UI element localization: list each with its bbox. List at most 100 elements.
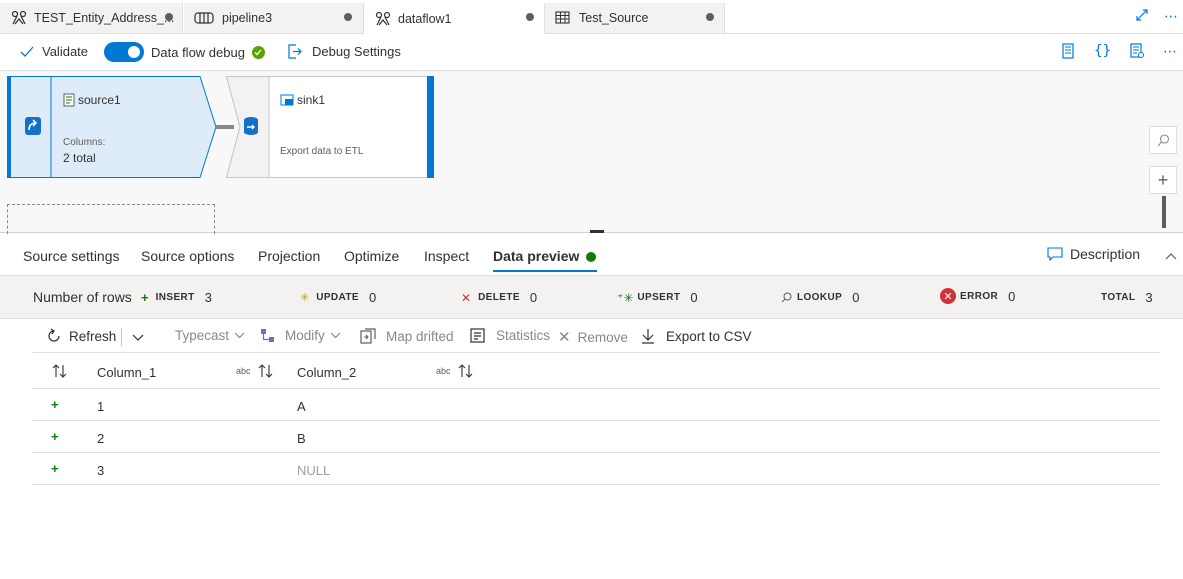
table-row[interactable]: + 3 NULL [32,453,1160,485]
insert-row-icon: + [51,461,59,476]
upsert-label: UPSERT [637,292,681,303]
map-drifted-button[interactable]: Map drifted [360,328,454,344]
zoom-slider[interactable] [1162,196,1166,228]
tab-test-entity-address[interactable]: TEST_Entity_Address_... [0,3,183,33]
pipeline-icon [194,10,216,26]
tab-label: Test_Source [579,11,649,25]
more-options-icon[interactable]: ⋯ [1164,8,1179,25]
more-options-icon[interactable]: ⋯ [1163,43,1177,62]
add-source-placeholder[interactable] [7,204,215,234]
refresh-icon [48,328,60,342]
source1-title: source1 [63,93,121,107]
properties-icon[interactable] [1129,43,1145,62]
map-drifted-label: Map drifted [386,328,454,344]
toggle-switch[interactable] [104,42,144,62]
insert-row-icon: + [51,397,59,412]
table-icon [555,10,573,26]
refresh-label: Refresh [69,328,117,344]
statistics-icon [470,328,485,343]
tab-data-preview[interactable]: Data preview [493,248,598,272]
settings-tabs: Source settings Source options Projectio… [0,234,1183,274]
error-icon: ✕ [940,288,956,304]
tab-inspect[interactable]: Inspect [424,248,469,264]
comment-icon [1047,247,1063,261]
preview-toolbar: Refresh Typecast Modify Map drifted Stat… [32,320,1160,353]
table-cell: 3 [97,463,105,478]
lookup-value: 0 [852,290,860,305]
export-label: Export to CSV [666,328,752,344]
modify-button[interactable]: Modify [260,328,341,343]
code-icon[interactable]: {} [1094,43,1111,62]
error-label: ERROR [960,290,999,302]
table-cell-null: NULL [297,463,331,478]
source1-label: source1 [78,93,121,107]
typecast-label: Typecast [175,328,230,343]
table-header-row: Column_1 abc Column_2 abc [32,355,1160,389]
dataflow-toolbar: Validate Data flow debug Debug Settings … [0,34,1183,71]
canvas-search-button[interactable] [1149,126,1177,154]
total-value: 3 [1145,290,1153,305]
tab-label: pipeline3 [222,11,273,25]
tab-dataflow1[interactable]: dataflow1 [364,3,545,34]
row-count-summary: Number of rows + INSERT 3 ✳ UPDATE 0 ✕ D… [0,275,1183,319]
script-icon[interactable] [1060,43,1076,62]
statistics-button[interactable]: Statistics [470,328,550,343]
collapse-panel-icon[interactable] [1165,248,1177,263]
unsaved-dot-icon [706,13,714,21]
sort-column-1-icon[interactable] [258,364,274,381]
dataflow-icon [10,10,28,26]
tab-projection[interactable]: Projection [258,248,320,264]
table-cell: A [297,399,306,414]
zoom-in-button[interactable]: + [1149,166,1177,194]
delete-label: DELETE [478,292,520,303]
sink1-node[interactable]: sink1 Export data to ETL [226,76,434,178]
document-tab-bar: TEST_Entity_Address_... pipeline3 datafl… [0,0,1183,34]
upsert-icon: ⁺✳ [617,290,634,305]
export-to-csv-button[interactable]: Export to CSV [641,328,752,344]
update-label: UPDATE [316,292,359,303]
insert-label: INSERT [155,292,195,303]
tab-pipeline3[interactable]: pipeline3 [184,3,364,33]
tab-source-options[interactable]: Source options [141,248,234,264]
sink1-title: sink1 [280,93,325,107]
tab-source-settings[interactable]: Source settings [23,248,120,264]
source1-node[interactable]: source1 Columns: 2 total [7,76,217,178]
columns-value: 2 total [63,151,96,165]
typecast-button[interactable]: Typecast [175,328,245,343]
validate-button[interactable]: Validate [20,44,88,59]
data-preview-table: Column_1 abc Column_2 abc + 1 A + 2 B + … [32,355,1160,485]
remove-button[interactable]: ✕ Remove [558,328,628,346]
delete-icon: ✕ [461,290,472,305]
dataflow-canvas[interactable]: source1 Columns: 2 total sink1 Export da… [0,71,1183,234]
refresh-options-dropdown[interactable] [132,330,144,345]
lookup-count: LOOKUP 0 [781,290,859,305]
remove-label: Remove [577,329,628,345]
tab-label: TEST_Entity_Address_... [34,11,175,25]
column-header-1[interactable]: Column_1 [97,365,156,380]
row-type-sort-icon[interactable] [52,364,68,381]
update-icon: ✳ [300,292,310,304]
total-label: TOTAL [1101,292,1136,303]
expand-icon[interactable] [1136,8,1148,25]
plus-icon: + [1157,169,1169,190]
insert-row-icon: + [51,429,59,444]
sink1-label: sink1 [297,93,326,107]
tab-test-source[interactable]: Test_Source [545,3,725,33]
refresh-button[interactable]: Refresh [46,328,116,344]
table-cell: 2 [97,431,105,446]
description-label: Description [1070,246,1141,262]
data-flow-debug-toggle[interactable]: Data flow debug [104,42,265,62]
column-header-2[interactable]: Column_2 [297,365,356,380]
tab-optimize[interactable]: Optimize [344,248,399,264]
close-icon: ✕ [558,329,571,346]
debug-settings-button[interactable]: Debug Settings [287,44,401,59]
panel-resize-handle[interactable] [590,230,604,233]
statistics-label: Statistics [496,328,551,343]
description-button[interactable]: Description [1047,246,1140,262]
checkmark-icon [20,46,34,57]
modify-icon [261,329,274,342]
download-icon [642,329,654,344]
sort-column-2-icon[interactable] [458,364,474,381]
table-row[interactable]: + 2 B [32,421,1160,453]
table-row[interactable]: + 1 A [32,389,1160,421]
